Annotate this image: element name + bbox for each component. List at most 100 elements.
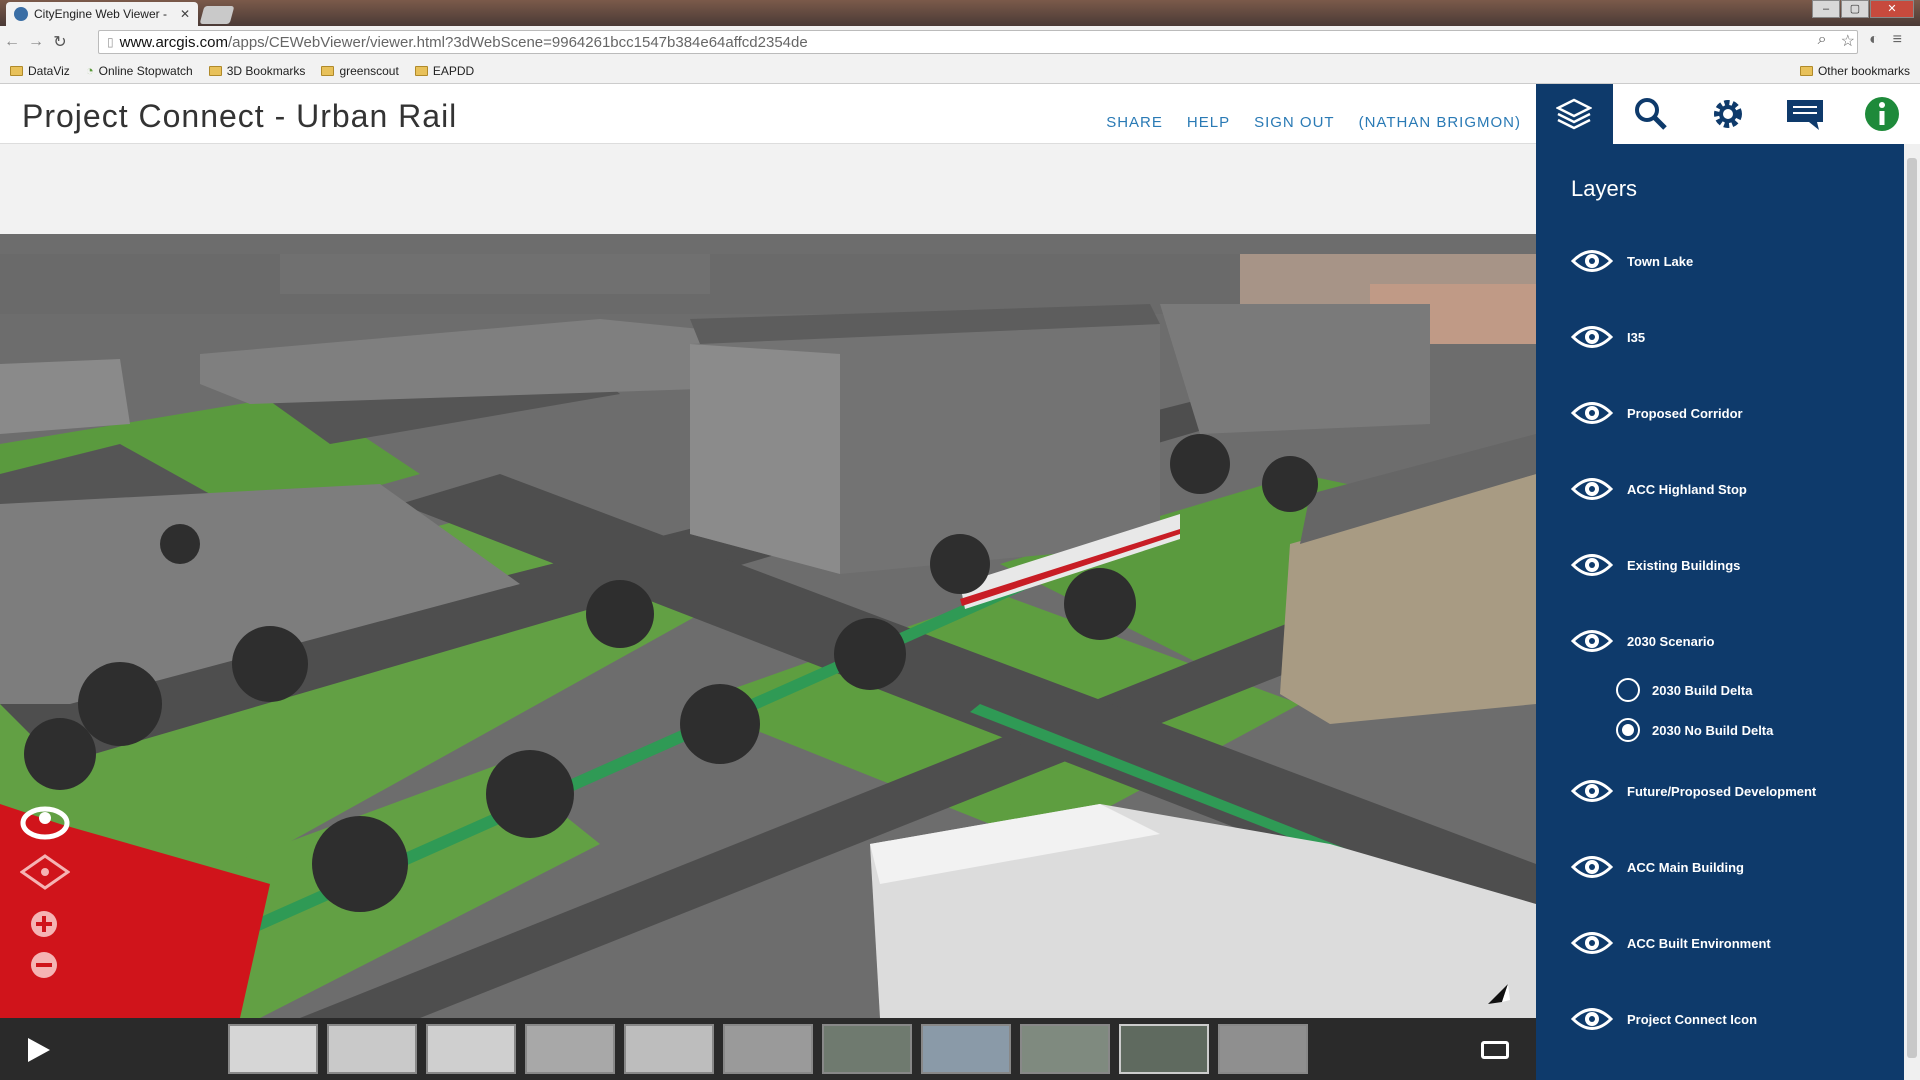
layer-label: Existing Buildings xyxy=(1627,557,1741,573)
url-host: www.arcgis.com xyxy=(119,33,228,51)
eye-icon[interactable] xyxy=(1571,1004,1613,1034)
menu-icon[interactable]: ≡ xyxy=(1893,31,1902,51)
slide-thumbnail[interactable] xyxy=(1020,1024,1110,1074)
sign-out-link[interactable]: SIGN OUT xyxy=(1254,114,1335,131)
layer-item[interactable]: Proposed Corridor xyxy=(1571,398,1743,428)
slide-thumbnail[interactable] xyxy=(228,1024,318,1074)
slide-thumbnail[interactable] xyxy=(921,1024,1011,1074)
page-title: Project Connect - Urban Rail xyxy=(22,98,458,134)
help-link[interactable]: HELP xyxy=(1187,114,1230,131)
slides-bar xyxy=(0,1018,1536,1080)
slide-thumbnails xyxy=(228,1024,1308,1074)
eye-icon[interactable] xyxy=(1571,852,1613,882)
folder-icon xyxy=(1799,66,1813,76)
layer-label: Project Connect Icon xyxy=(1627,1011,1758,1027)
tab-settings[interactable] xyxy=(1689,84,1767,144)
window-controls: – ▢ ✕ xyxy=(1811,0,1914,18)
play-icon[interactable] xyxy=(28,1038,50,1062)
stopwatch-icon: ◔ xyxy=(85,63,94,78)
orbit-icon[interactable] xyxy=(20,806,70,840)
scenario-option-label: 2030 Build Delta xyxy=(1652,682,1753,698)
user-link[interactable]: (NATHAN BRIGMON) xyxy=(1359,114,1521,131)
layer-label: I35 xyxy=(1627,329,1646,345)
slide-thumbnail[interactable] xyxy=(624,1024,714,1074)
bookmark-3d[interactable]: 3D Bookmarks xyxy=(208,64,305,78)
folder-icon xyxy=(414,65,428,76)
layer-item[interactable]: I35 xyxy=(1571,322,1645,352)
slide-thumbnail[interactable] xyxy=(327,1024,417,1074)
slide-thumbnail[interactable] xyxy=(723,1024,813,1074)
layer-item[interactable]: ACC Main Building xyxy=(1571,852,1744,882)
back-icon[interactable]: ← xyxy=(0,33,24,51)
layer-label: Town Lake xyxy=(1627,253,1694,269)
tab-comments[interactable] xyxy=(1766,84,1844,144)
slide-thumbnail[interactable] xyxy=(1119,1024,1209,1074)
bookmark-eapdd[interactable]: EAPDD xyxy=(414,63,475,78)
bookmark-label: Online Stopwatch xyxy=(98,63,193,78)
eye-icon[interactable] xyxy=(1571,626,1613,656)
tab-info[interactable] xyxy=(1843,84,1920,144)
bookmark-dataviz[interactable]: DataViz xyxy=(10,64,70,78)
eye-icon[interactable] xyxy=(1571,550,1613,580)
layer-label: 2030 Scenario xyxy=(1627,633,1715,649)
layer-label: ACC Main Building xyxy=(1627,859,1744,875)
tab-layers[interactable] xyxy=(1536,84,1613,144)
window-close-icon[interactable]: ✕ xyxy=(1870,0,1914,18)
pan-icon[interactable] xyxy=(19,854,71,890)
address-bar[interactable]: ▯ www.arcgis.com/apps/CEWebViewer/viewer… xyxy=(98,30,1858,54)
eye-icon[interactable] xyxy=(1571,398,1613,428)
url-path: /apps/CEWebViewer/viewer.html?3dWebScene… xyxy=(227,33,808,51)
close-icon[interactable]: ✕ xyxy=(180,7,190,21)
layer-item[interactable]: Existing Buildings xyxy=(1571,550,1740,580)
bookmark-greenscout[interactable]: greenscout xyxy=(321,64,399,78)
eye-icon[interactable] xyxy=(1571,246,1613,276)
zoom-in-icon[interactable] xyxy=(29,909,59,939)
star-icon[interactable]: ☆ xyxy=(1841,31,1855,51)
eye-icon[interactable] xyxy=(1571,474,1613,504)
north-arrow-icon[interactable] xyxy=(1484,980,1512,1008)
forward-icon[interactable]: → xyxy=(24,33,48,51)
sidebar-scrollbar[interactable] xyxy=(1904,144,1920,1080)
layer-label: Proposed Corridor xyxy=(1627,405,1743,421)
gear-icon xyxy=(1713,100,1742,128)
extension-icon[interactable]: ◐ xyxy=(1869,31,1879,51)
layer-item[interactable]: 2030 Scenario xyxy=(1571,626,1714,656)
scenario-option[interactable]: 2030 No Build Delta xyxy=(1616,718,1773,742)
layers-sidebar: Layers Town Lake I35 Proposed Corridor A… xyxy=(1536,84,1920,1080)
other-bookmarks[interactable]: Other bookmarks xyxy=(1799,64,1910,78)
bookmarks-bar: DataViz ◔ Online Stopwatch 3D Bookmarks g… xyxy=(0,58,1920,84)
new-tab-button[interactable] xyxy=(199,6,235,24)
bookmark-label: EAPDD xyxy=(432,63,475,78)
browser-tab[interactable]: CityEngine Web Viewer - ✕ xyxy=(6,2,198,26)
scenario-option[interactable]: 2030 Build Delta xyxy=(1616,678,1752,702)
slide-thumbnail[interactable] xyxy=(525,1024,615,1074)
sidebar-tabs xyxy=(1536,84,1920,144)
slide-thumbnail[interactable] xyxy=(426,1024,516,1074)
bookmark-stopwatch[interactable]: ◔ Online Stopwatch xyxy=(86,63,193,78)
layers-icon xyxy=(1556,98,1593,130)
zoom-out-icon[interactable] xyxy=(29,950,59,980)
eye-icon[interactable] xyxy=(1571,322,1613,352)
reload-icon[interactable]: ↻ xyxy=(48,32,72,52)
maximize-icon[interactable]: ▢ xyxy=(1841,0,1869,18)
tab-search[interactable] xyxy=(1612,84,1690,144)
layer-item[interactable]: Project Connect Icon xyxy=(1571,1004,1757,1034)
share-link[interactable]: SHARE xyxy=(1106,114,1163,131)
layer-item[interactable]: Town Lake xyxy=(1571,246,1693,276)
eye-icon[interactable] xyxy=(1571,928,1613,958)
scrollbar-thumb[interactable] xyxy=(1907,158,1917,1058)
minimize-icon[interactable]: – xyxy=(1812,0,1840,18)
layer-item[interactable]: Future/Proposed Development xyxy=(1571,776,1816,806)
slide-thumbnail[interactable] xyxy=(1218,1024,1308,1074)
slide-thumbnail[interactable] xyxy=(822,1024,912,1074)
scene-viewport[interactable] xyxy=(0,144,1536,1018)
eye-icon[interactable] xyxy=(1571,776,1613,806)
fullscreen-icon[interactable] xyxy=(1481,1041,1509,1059)
radio-button-selected[interactable] xyxy=(1616,718,1640,742)
toolbar-icons: ⌕ ☆ ◐ ≡ xyxy=(1818,31,1902,51)
layer-item[interactable]: ACC Highland Stop xyxy=(1571,474,1747,504)
app-header: Project Connect - Urban Rail SHARE HELP … xyxy=(0,84,1536,144)
layer-item[interactable]: ACC Built Environment xyxy=(1571,928,1771,958)
radio-button[interactable] xyxy=(1616,678,1640,702)
zoom-icon[interactable]: ⌕ xyxy=(1818,31,1827,51)
